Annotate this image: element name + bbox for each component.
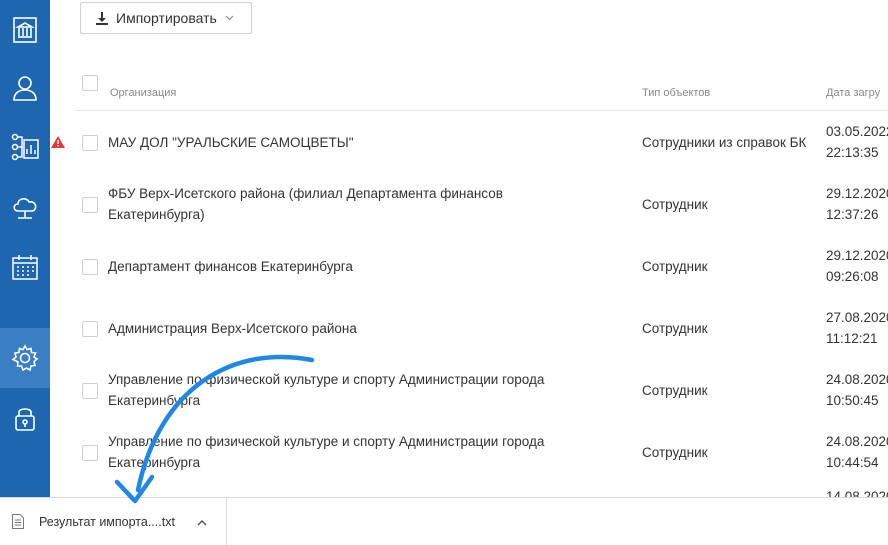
nav-analytics[interactable]	[0, 117, 50, 177]
table-row[interactable]: Администрация Верх-Исетского района Сотр…	[74, 297, 888, 359]
object-type-cell: Сотрудники из справок БК	[642, 134, 807, 150]
organization-cell: Управление по физической культуре и спор…	[108, 434, 545, 470]
calendar-icon	[12, 255, 38, 280]
select-all-checkbox[interactable]	[82, 75, 98, 91]
import-button-label: Импортировать	[116, 10, 217, 26]
sidebar	[0, 0, 50, 497]
object-type-cell: Сотрудник	[642, 444, 708, 460]
nav-security[interactable]	[0, 388, 50, 448]
warning-icon	[51, 136, 65, 148]
organization-cell: Управление по физической культуре и спор…	[108, 372, 545, 408]
upload-time: 10:44:54	[826, 455, 879, 470]
organization-cell: ФБУ Верх-Исетского района (филиал Департ…	[108, 186, 503, 222]
upload-time: 10:50:45	[826, 393, 879, 408]
table-row[interactable]: ФБУ Верх-Исетского района (филиал Департ…	[74, 173, 888, 235]
upload-time: 11:12:21	[826, 331, 878, 346]
column-header-organization[interactable]: Организация	[110, 87, 176, 99]
download-icon	[96, 11, 108, 25]
row-checkbox[interactable]	[82, 321, 98, 337]
upload-time: 22:13:35	[826, 145, 879, 160]
object-type-cell: Сотрудник	[642, 196, 708, 212]
object-type-cell: Сотрудник	[642, 320, 708, 336]
table-header: Организация Тип объектов Дата загру	[74, 70, 888, 111]
chevron-down-icon	[225, 15, 234, 21]
upload-date-cell: 24.08.2020 10:50:45	[826, 359, 888, 421]
column-header-upload-date[interactable]: Дата загру	[826, 87, 880, 99]
table-row[interactable]: Департамент финансов Екатеринбурга Сотру…	[74, 235, 888, 297]
column-header-object-type[interactable]: Тип объектов	[642, 87, 710, 99]
upload-date-cell: 29.12.2020 09:26:08	[826, 235, 888, 297]
upload-date-cell: 03.05.2022 22:13:35	[826, 111, 888, 173]
upload-date: 29.12.2020	[826, 248, 888, 263]
download-file-name: Результат импорта....txt	[39, 514, 175, 529]
object-type-cell: Сотрудник	[642, 382, 708, 398]
organization-cell: Администрация Верх-Исетского района	[108, 320, 357, 336]
object-type-cell: Сотрудник	[642, 258, 708, 274]
organization-cell: Департамент финансов Екатеринбурга	[108, 258, 353, 274]
upload-date-cell: 24.08.2020 10:44:54	[826, 421, 888, 483]
row-checkbox[interactable]	[82, 259, 98, 275]
user-icon	[13, 76, 37, 101]
government-building-icon	[13, 17, 37, 43]
analytics-icon	[11, 133, 39, 161]
upload-date: 27.08.2020	[826, 310, 888, 325]
nav-calendar[interactable]	[0, 237, 50, 297]
row-checkbox[interactable]	[82, 135, 98, 151]
download-item[interactable]: Результат импорта....txt	[0, 498, 227, 545]
chevron-up-icon[interactable]	[197, 519, 207, 526]
import-button[interactable]: Импортировать	[80, 2, 252, 34]
lock-icon	[15, 408, 35, 431]
row-checkbox[interactable]	[82, 445, 98, 461]
gear-icon	[11, 344, 39, 372]
table-row[interactable]: Управление по физической культуре и спор…	[74, 359, 888, 421]
nav-users[interactable]	[0, 58, 50, 118]
organization-cell: МАУ ДОЛ "УРАЛЬСКИЕ САМОЦВЕТЫ"	[108, 134, 354, 150]
nav-settings[interactable]	[0, 328, 50, 388]
table-row[interactable]: Управление по физической культуре и спор…	[74, 421, 888, 483]
upload-date: 03.05.2022	[826, 124, 888, 139]
nav-home[interactable]	[0, 0, 50, 60]
downloads-bar: Результат импорта....txt	[0, 497, 888, 545]
upload-time: 09:26:08	[826, 269, 879, 284]
cloud-icon	[13, 198, 37, 219]
nav-cloud[interactable]	[0, 177, 50, 237]
row-checkbox[interactable]	[82, 197, 98, 213]
upload-date-cell: 27.08.2020 11:12:21	[826, 297, 888, 359]
upload-date: 24.08.2020	[826, 434, 888, 449]
upload-date: 24.08.2020	[826, 372, 888, 387]
row-checkbox[interactable]	[82, 383, 98, 399]
upload-date-cell: 29.12.2020 12:37:26	[826, 173, 888, 235]
import-history-table: Организация Тип объектов Дата загру МАУ …	[51, 70, 888, 483]
table-row[interactable]: МАУ ДОЛ "УРАЛЬСКИЕ САМОЦВЕТЫ" Сотрудники…	[51, 111, 888, 173]
upload-time: 12:37:26	[826, 207, 879, 222]
file-icon	[12, 514, 24, 529]
upload-date: 29.12.2020	[826, 186, 888, 201]
